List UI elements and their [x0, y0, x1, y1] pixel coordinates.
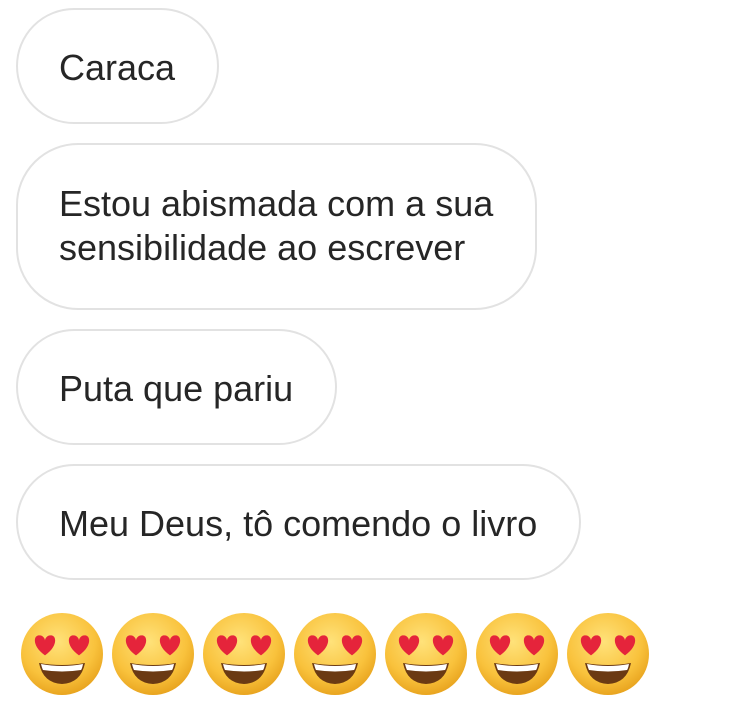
heart-eyes-emoji-icon	[565, 611, 651, 697]
message-row: Puta que pariu	[16, 329, 736, 445]
emoji-message[interactable]	[19, 611, 651, 697]
message-text: Puta que pariu	[59, 368, 294, 409]
heart-eyes-emoji-icon	[474, 611, 560, 697]
chat-thread: Caraca Estou abismada com a sua sensibil…	[16, 8, 736, 599]
heart-eyes-emoji-icon	[383, 611, 469, 697]
message-bubble[interactable]: Caraca	[16, 8, 220, 124]
message-row: Caraca	[16, 8, 736, 124]
message-text-line-1: Estou abismada com a sua	[59, 183, 494, 224]
heart-eyes-emoji-icon	[19, 611, 105, 697]
message-bubble[interactable]: Estou abismada com a sua sensibilidade a…	[16, 143, 538, 310]
message-text-line-2: sensibilidade ao escrever	[59, 227, 466, 268]
message-row: Estou abismada com a sua sensibilidade a…	[16, 143, 736, 310]
message-bubble[interactable]: Meu Deus, tô comendo o livro	[16, 464, 582, 580]
heart-eyes-emoji-icon	[110, 611, 196, 697]
message-bubble[interactable]: Puta que pariu	[16, 329, 338, 445]
heart-eyes-emoji-icon	[201, 611, 287, 697]
message-row: Meu Deus, tô comendo o livro	[16, 464, 736, 580]
message-text: Caraca	[59, 47, 176, 88]
heart-eyes-emoji-icon	[292, 611, 378, 697]
message-text: Meu Deus, tô comendo o livro	[59, 503, 538, 544]
